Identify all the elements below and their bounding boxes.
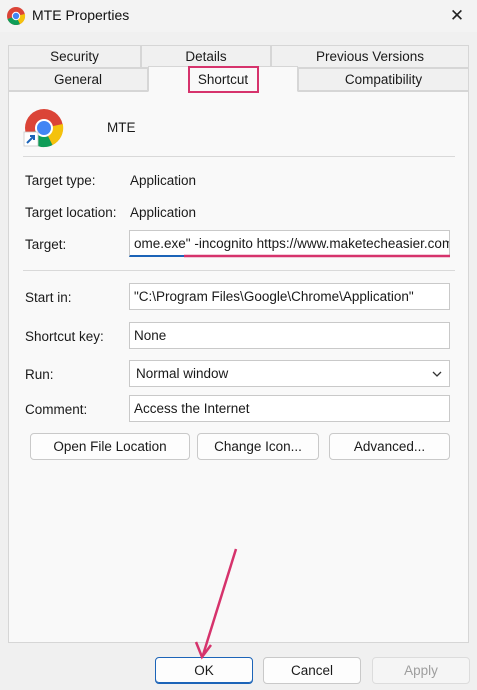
divider <box>23 270 455 271</box>
tab-previous-versions[interactable]: Previous Versions <box>271 45 469 68</box>
tab-shortcut[interactable]: Shortcut <box>148 66 298 92</box>
change-icon-button[interactable]: Change Icon... <box>197 433 319 460</box>
tab-label: Previous Versions <box>315 49 425 64</box>
cancel-button[interactable]: Cancel <box>263 657 361 684</box>
close-icon: ✕ <box>449 6 465 25</box>
target-type-value: Application <box>130 173 197 188</box>
shortcut-key-label: Shortcut key: <box>25 329 104 344</box>
tab-label: Security <box>50 49 99 64</box>
chrome-shortcut-icon <box>23 109 64 148</box>
target-location-label: Target location: <box>25 205 117 220</box>
ok-button[interactable]: OK <box>155 657 253 684</box>
window-title: MTE Properties <box>32 7 130 23</box>
comment-label: Comment: <box>25 402 88 417</box>
shortcut-panel: MTE Target type: Application Target loca… <box>8 91 469 643</box>
tab-general[interactable]: General <box>8 68 148 91</box>
target-label: Target: <box>25 237 67 252</box>
run-select[interactable]: Normal window <box>129 360 450 387</box>
shortcut-key-input[interactable]: None <box>129 322 450 349</box>
tab-security[interactable]: Security <box>8 45 141 68</box>
divider <box>23 156 455 157</box>
target-input[interactable]: ome.exe" -incognito https://www.maketech… <box>129 230 450 257</box>
tab-details[interactable]: Details <box>141 45 271 68</box>
open-file-location-button[interactable]: Open File Location <box>30 433 190 460</box>
tab-compatibility[interactable]: Compatibility <box>298 68 469 91</box>
tab-label: Details <box>185 49 227 64</box>
target-value: ome.exe" -incognito https://www.maketech… <box>134 235 450 251</box>
comment-value: Access the Internet <box>134 401 250 416</box>
start-in-label: Start in: <box>25 290 72 305</box>
tab-label: Shortcut <box>197 71 249 87</box>
shortcut-key-value: None <box>134 328 167 343</box>
arrow-head-annotation <box>194 641 212 660</box>
target-type-label: Target type: <box>25 173 96 188</box>
apply-button[interactable]: Apply <box>372 657 470 684</box>
chevron-down-icon <box>432 371 442 377</box>
target-location-value: Application <box>130 205 197 220</box>
run-label: Run: <box>25 367 54 382</box>
shortcut-name: MTE <box>107 120 136 135</box>
run-value: Normal window <box>136 366 229 381</box>
tab-label: General <box>53 72 103 87</box>
chrome-app-icon <box>7 7 26 26</box>
advanced-button[interactable]: Advanced... <box>329 433 450 460</box>
title-bar: MTE Properties ✕ <box>0 0 477 32</box>
comment-input[interactable]: Access the Internet <box>129 395 450 422</box>
start-in-value: "C:\Program Files\Google\Chrome\Applicat… <box>134 289 414 304</box>
tab-label: Compatibility <box>344 72 423 87</box>
close-button[interactable]: ✕ <box>437 0 477 32</box>
start-in-input[interactable]: "C:\Program Files\Google\Chrome\Applicat… <box>129 283 450 310</box>
